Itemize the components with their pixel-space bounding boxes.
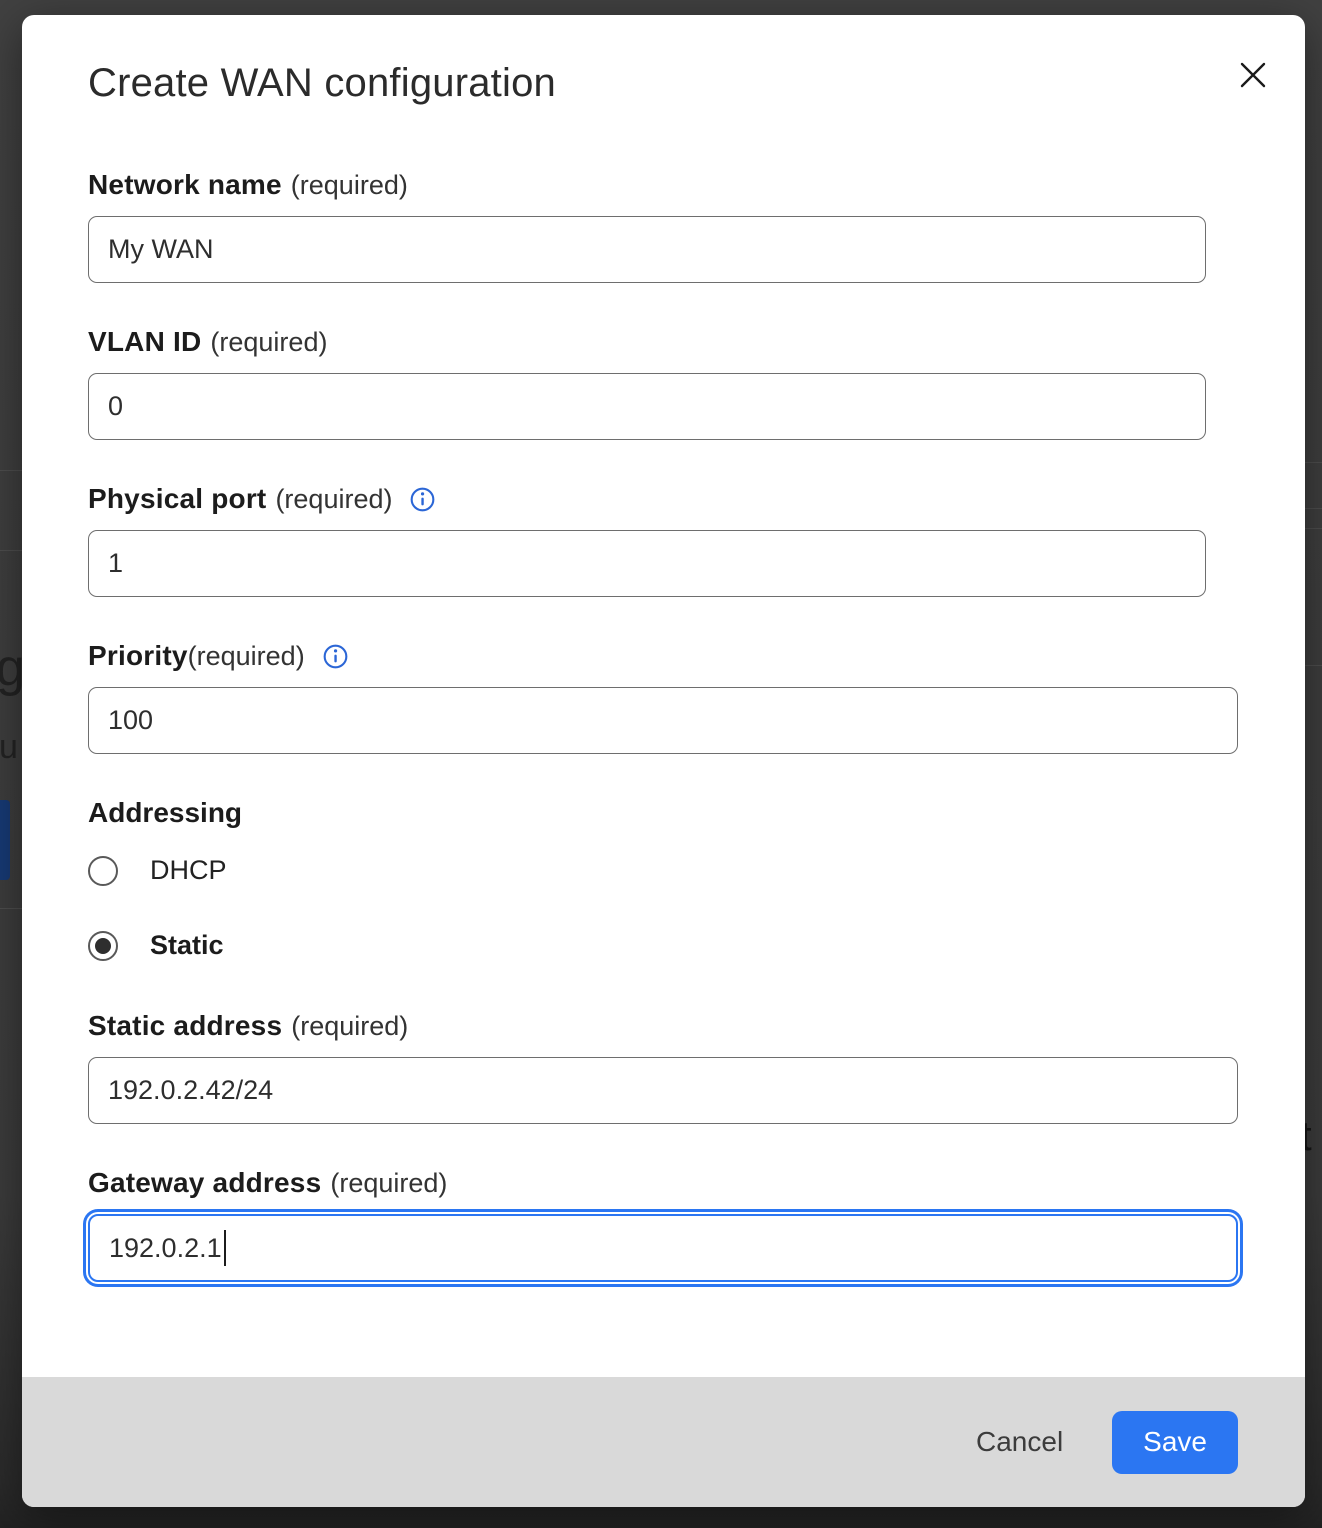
static-address-field-group: Static address (required) [88,1011,1238,1124]
dialog-title: Create WAN configuration [88,59,1238,107]
network-name-label: Network name [88,170,282,200]
required-hint: (required) [188,641,305,671]
required-hint: (required) [210,327,327,357]
physical-port-field-group: Physical port (required) [88,484,1238,597]
physical-port-info-icon[interactable] [410,487,435,512]
radio-unselected-icon[interactable] [88,856,118,886]
gateway-address-field-group: Gateway address (required) 192.0.2.1 [88,1168,1238,1282]
physical-port-label-row: Physical port (required) [88,484,1238,514]
background-divider [0,550,22,551]
save-button[interactable]: Save [1112,1411,1238,1474]
physical-port-input[interactable] [88,530,1206,597]
required-hint: (required) [275,484,392,514]
background-divider [0,470,22,471]
gateway-address-value: 192.0.2.1 [109,1233,222,1264]
gateway-address-label-row: Gateway address (required) [88,1168,1238,1198]
create-wan-configuration-dialog: Create WAN configuration Network name (r… [22,15,1305,1507]
background-divider [1305,508,1322,509]
addressing-option-static[interactable]: Static [88,930,1238,961]
close-icon [1239,61,1267,89]
static-address-label-row: Static address (required) [88,1011,1238,1041]
text-cursor [224,1230,226,1266]
required-hint: (required) [291,170,408,200]
network-name-label-row: Network name (required) [88,170,1238,200]
physical-port-label: Physical port [88,484,266,514]
radio-selected-icon[interactable] [88,931,118,961]
vlan-id-field-group: VLAN ID (required) [88,327,1238,440]
network-name-field-group: Network name (required) [88,170,1238,283]
static-address-label: Static address [88,1011,282,1041]
close-button[interactable] [1233,55,1273,95]
vlan-id-label: VLAN ID [88,327,201,357]
addressing-option-dhcp[interactable]: DHCP [88,855,1238,886]
priority-label-row: Priority (required) [88,641,1238,671]
required-hint: (required) [291,1011,408,1041]
cancel-button[interactable]: Cancel [976,1426,1063,1458]
background-text-fragment: u [0,728,18,767]
priority-label: Priority [88,641,188,671]
network-name-input[interactable] [88,216,1206,283]
static-address-input[interactable] [88,1057,1238,1124]
priority-input[interactable] [88,687,1238,754]
static-option-label: Static [150,930,224,961]
gateway-address-input[interactable]: 192.0.2.1 [88,1214,1238,1282]
required-hint: (required) [330,1168,447,1198]
vlan-id-label-row: VLAN ID (required) [88,327,1238,357]
dhcp-option-label: DHCP [150,855,227,886]
dialog-footer: Cancel Save [22,1377,1305,1507]
priority-field-group: Priority (required) [88,641,1238,754]
priority-info-icon[interactable] [323,644,348,669]
addressing-heading: Addressing [88,798,1238,828]
background-button-fragment [0,800,10,880]
background-divider [1305,528,1322,529]
background-divider [0,908,22,909]
background-divider [1305,665,1322,666]
gateway-address-label: Gateway address [88,1168,321,1198]
vlan-id-input[interactable] [88,373,1206,440]
background-divider [1305,462,1322,463]
